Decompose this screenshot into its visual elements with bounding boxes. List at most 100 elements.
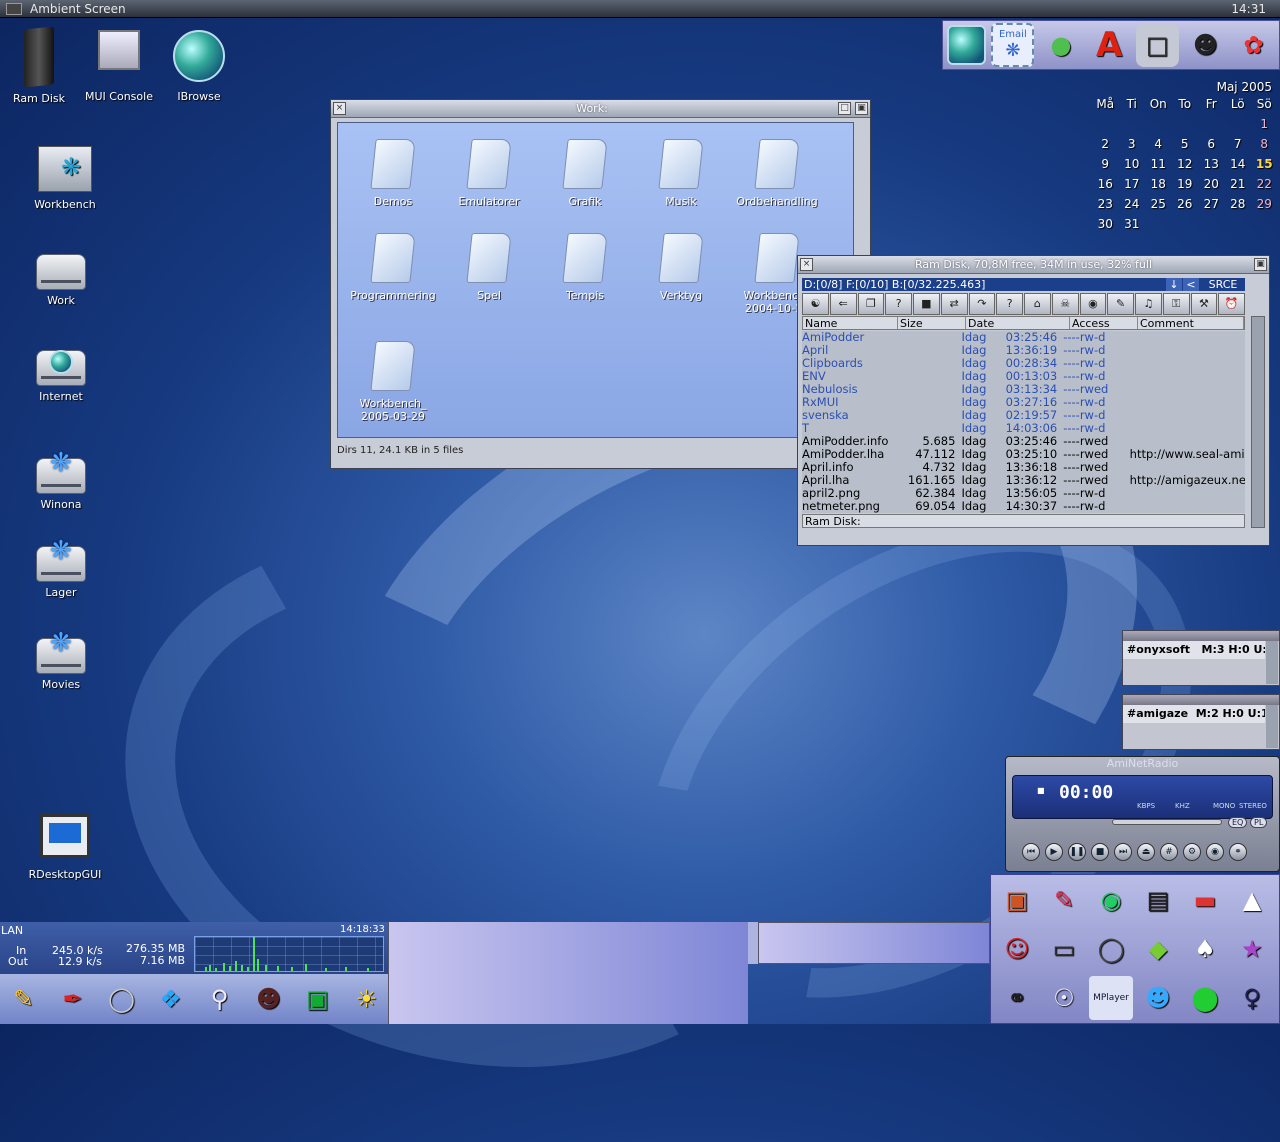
calendar-day[interactable]: 22 xyxy=(1251,177,1278,191)
path-bar[interactable]: D:[0/8] F:[0/10] B:[0/32.225.463] ↓ < SR… xyxy=(802,278,1245,291)
disc-icon[interactable]: ☉ xyxy=(1042,976,1086,1020)
irc-window-onyxsoft[interactable]: #onyxsoft M:3 H:0 U:8 xyxy=(1122,630,1280,686)
folder-spel[interactable]: Spel xyxy=(444,233,534,302)
file-list[interactable]: AmiPodder Idag 03:25:46 ----rw-d April Idag 13… xyxy=(802,331,1245,513)
pen-icon[interactable]: ✒ xyxy=(51,977,94,1021)
playlist-button[interactable]: PL xyxy=(1250,817,1268,828)
play-icon[interactable]: ▶ xyxy=(1045,843,1063,861)
letter-a-icon[interactable]: A xyxy=(1088,23,1131,67)
left-arrow-icon[interactable]: < xyxy=(1183,278,1199,291)
calendar-day[interactable]: 24 xyxy=(1119,197,1146,211)
calendar-day[interactable]: 4 xyxy=(1145,137,1172,151)
calendar-day[interactable]: 16 xyxy=(1092,177,1119,191)
help-icon[interactable]: ? xyxy=(996,293,1023,315)
mario-icon[interactable]: ☺ xyxy=(995,927,1039,971)
calendar-day[interactable]: 30 xyxy=(1092,217,1119,231)
down-arrow-icon[interactable]: ↓ xyxy=(1166,278,1182,291)
news-icon[interactable]: ☻ xyxy=(1184,23,1227,67)
cube-icon[interactable]: ❖ xyxy=(149,977,192,1021)
desktop-icon-ibrowse[interactable]: IBrowse xyxy=(154,30,244,103)
delete-skull-icon[interactable]: ☠ xyxy=(1051,293,1079,315)
screen-title-bar[interactable]: Ambient Screen 14:31 xyxy=(0,0,1280,18)
calendar-day[interactable]: 29 xyxy=(1251,197,1278,211)
calendar-day[interactable] xyxy=(1119,117,1146,131)
close-gadget[interactable]: × xyxy=(333,102,346,115)
desktop-icon-internet[interactable]: Internet xyxy=(16,338,106,403)
desktop-icon-rdesktopgui[interactable]: RDesktopGUI xyxy=(20,814,110,881)
speaker-icon[interactable]: □ xyxy=(1135,23,1179,67)
protect-icon[interactable]: ⚿ xyxy=(1162,293,1190,315)
vertical-scrollbar[interactable] xyxy=(1266,705,1278,748)
calendar-day[interactable]: 27 xyxy=(1198,197,1225,211)
file-row[interactable]: netmeter.png 69.054 Idag 14:30:37 ----rw-d xyxy=(802,500,1245,513)
calendar-day[interactable]: 21 xyxy=(1225,177,1252,191)
irc-window-amigaze[interactable]: #amigaze M:2 H:0 U:15 xyxy=(1122,694,1280,750)
depth-gadget[interactable]: ▣ xyxy=(1254,258,1267,271)
globe-icon[interactable] xyxy=(947,25,987,65)
desktop-icon-ram-disk[interactable]: Ram Disk xyxy=(0,26,84,105)
chat-icon[interactable]: ● xyxy=(1039,23,1082,67)
eject-icon[interactable]: ⏏ xyxy=(1137,843,1155,861)
calendar-day[interactable]: 25 xyxy=(1145,197,1172,211)
parent-arrow-icon[interactable]: ⇐ xyxy=(829,293,857,315)
playing-cards-icon[interactable]: ♠ xyxy=(1183,927,1227,971)
calendar-day[interactable]: 13 xyxy=(1198,157,1225,171)
pause-icon[interactable]: ❚❚ xyxy=(1068,843,1086,861)
calendar-day[interactable]: 2 xyxy=(1092,137,1119,151)
calendar-day[interactable]: 7 xyxy=(1225,137,1252,151)
folder-emulatorer[interactable]: Emulatorer xyxy=(444,139,534,208)
next-icon[interactable]: ⏭ xyxy=(1114,843,1132,861)
makedir-icon[interactable]: ■ xyxy=(913,293,940,315)
cd-icon[interactable]: ◉ xyxy=(1089,878,1133,922)
calendar-day[interactable] xyxy=(1225,117,1252,131)
folder-tempis[interactable]: Tempis xyxy=(540,233,630,302)
taskbar-panel[interactable] xyxy=(388,922,748,1024)
folder-ordbehandling[interactable]: Ordbehandling xyxy=(732,139,822,208)
eq-button[interactable]: EQ xyxy=(1228,817,1248,828)
mplayer-icon[interactable]: MPlayer xyxy=(1089,976,1133,1020)
screen-depth-gadget[interactable] xyxy=(6,3,22,15)
view-eye-icon[interactable]: ◉ xyxy=(1079,293,1107,315)
zoom-gadget[interactable]: □ xyxy=(838,102,851,115)
aminetradio-player[interactable]: AmiNetRadio ■ 00:00 KBPS KHZ MONO STEREO… xyxy=(1005,756,1280,872)
calendar-day[interactable]: 17 xyxy=(1119,177,1146,191)
puzzle-icon[interactable]: ◆ xyxy=(1136,927,1180,971)
calendar-day[interactable]: 5 xyxy=(1172,137,1199,151)
desktop-icon-work[interactable]: Work xyxy=(16,242,106,307)
column-access[interactable]: Access xyxy=(1070,317,1138,330)
calendar-day[interactable]: 6 xyxy=(1198,137,1225,151)
lucas-icon[interactable]: ★ xyxy=(1230,927,1274,971)
folder-grafik[interactable]: Grafik xyxy=(540,139,630,208)
box-icon[interactable]: ▣ xyxy=(995,878,1039,922)
desktop-icon-winona[interactable]: ❋ Winona xyxy=(16,446,106,511)
drive-icon[interactable]: ▬ xyxy=(1183,878,1227,922)
magnifier-disc-icon[interactable]: ◯ xyxy=(100,977,143,1021)
calendar-day[interactable]: 12 xyxy=(1172,157,1199,171)
calendar-day[interactable]: 18 xyxy=(1145,177,1172,191)
person-icon[interactable]: ♀ xyxy=(1230,976,1274,1020)
calendar-day[interactable] xyxy=(1092,117,1119,131)
work-window[interactable]: × Work: □ ▣ Demos Emulatorer Grafik Musi… xyxy=(330,99,871,469)
desktop-icon-mui-console[interactable]: MUI Console xyxy=(74,30,164,103)
volume-slider[interactable] xyxy=(1112,819,1222,825)
sun-icon[interactable]: ☀ xyxy=(345,977,388,1021)
icon-area[interactable]: Demos Emulatorer Grafik Musik Ordbehandl… xyxy=(337,122,854,438)
sound-icon[interactable]: ♫ xyxy=(1135,293,1162,315)
desktop-icon-movies[interactable]: ❋ Movies xyxy=(16,626,106,691)
vertical-scrollbar[interactable] xyxy=(1251,316,1265,528)
calendar-day[interactable]: 20 xyxy=(1198,177,1225,191)
calendar-day[interactable]: 28 xyxy=(1225,197,1252,211)
face-icon[interactable]: ☻ xyxy=(247,977,290,1021)
depth-gadget[interactable]: ▣ xyxy=(855,102,868,115)
calendar-day[interactable]: 14 xyxy=(1225,157,1252,171)
column-comment[interactable]: Comment xyxy=(1138,317,1244,330)
paint-icon[interactable]: ✎ xyxy=(1042,878,1086,922)
gamepad-icon[interactable]: ◯ xyxy=(1089,927,1133,971)
column-name[interactable]: Name xyxy=(803,317,898,330)
headphones-icon[interactable]: ⚭ xyxy=(995,976,1039,1020)
calendar-day[interactable]: 10 xyxy=(1119,157,1146,171)
calendar-day[interactable]: 31 xyxy=(1119,217,1146,231)
film-icon[interactable]: ▤ xyxy=(1136,878,1180,922)
vertical-scrollbar[interactable] xyxy=(1266,641,1278,684)
edit-icon[interactable]: ✎ xyxy=(1107,293,1134,315)
